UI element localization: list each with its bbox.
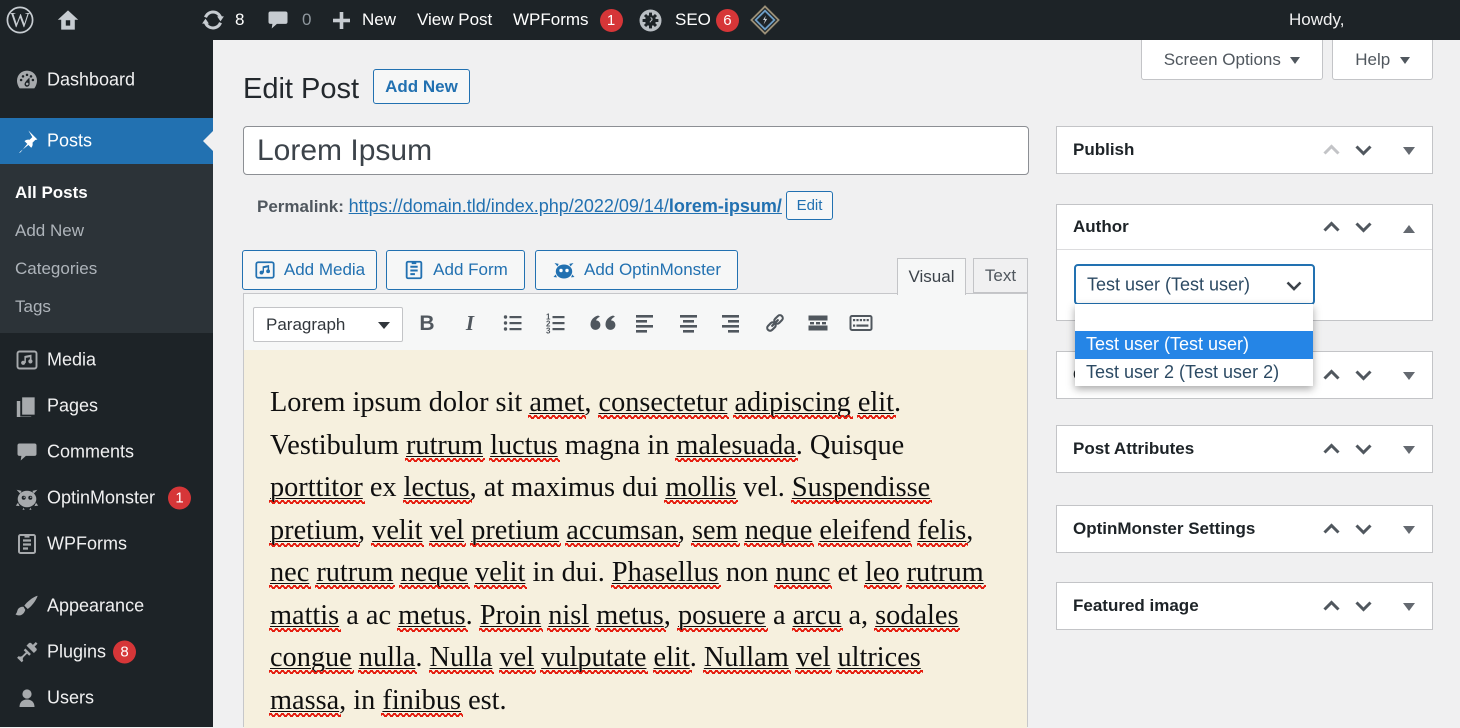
svg-text:W: W bbox=[10, 8, 30, 32]
svg-text:I: I bbox=[465, 311, 475, 335]
svg-text:B: B bbox=[419, 312, 434, 335]
svg-text:3: 3 bbox=[546, 327, 551, 336]
